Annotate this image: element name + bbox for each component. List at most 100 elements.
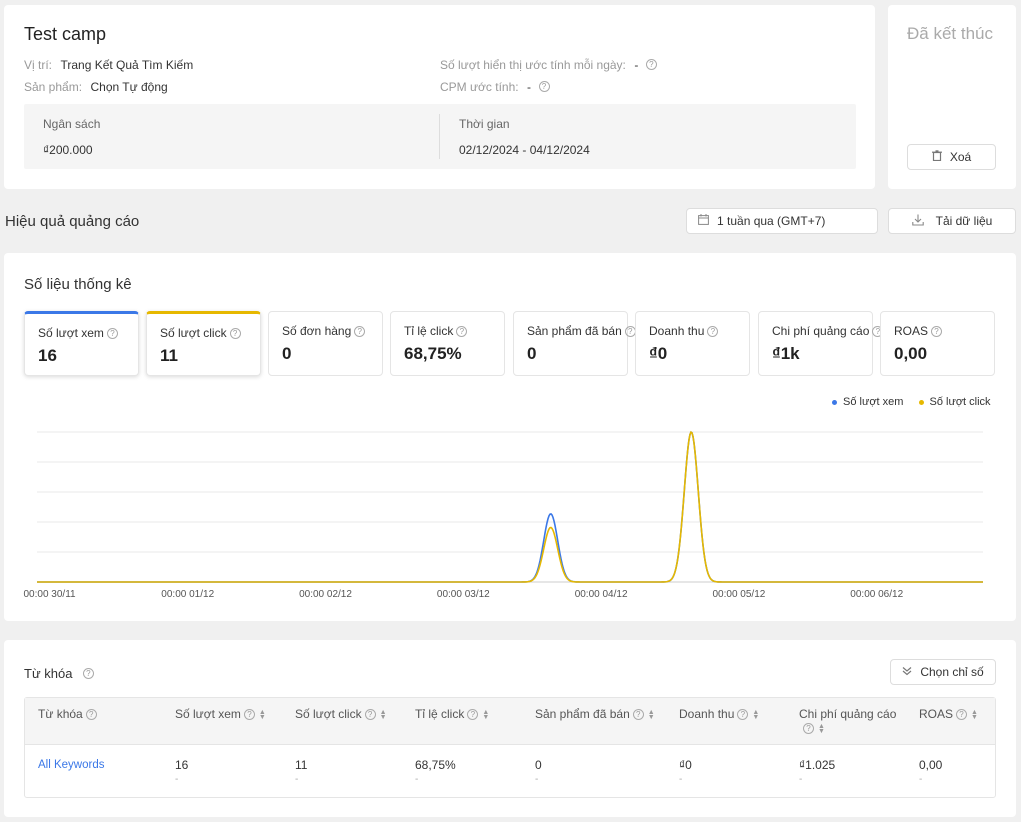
- help-icon[interactable]: ?: [85, 709, 97, 721]
- cpm-value: -: [527, 80, 532, 94]
- column-header-sold[interactable]: Sản phẩm đã bán? ▲ ▼: [535, 707, 655, 721]
- help-icon[interactable]: ?: [243, 709, 255, 721]
- help-icon[interactable]: ?: [632, 709, 644, 721]
- date-range-label: 1 tuần qua (GMT+7): [717, 214, 826, 228]
- cell-ctr: 68,75%: [415, 758, 456, 772]
- cell-revenue: ₫0: [679, 758, 692, 772]
- help-icon[interactable]: ?: [106, 328, 118, 340]
- help-icon[interactable]: ?: [467, 709, 479, 721]
- metric-card-revenue[interactable]: Doanh thu? ₫0: [635, 311, 750, 376]
- sort-icon[interactable]: ▲ ▼: [482, 709, 489, 721]
- x-tick-label: 00:00 06/12: [850, 589, 903, 600]
- status-card: Đã kết thúc Xoá: [888, 5, 1016, 189]
- sort-icon[interactable]: ▲ ▼: [380, 709, 387, 721]
- panel-divider: [439, 114, 440, 159]
- metric-card-clicks[interactable]: Số lượt click? 11: [146, 311, 261, 376]
- legend-label: Số lượt xem: [843, 396, 904, 408]
- choose-metrics-button[interactable]: Chọn chỉ số: [890, 659, 996, 685]
- cell-cost: ₫1.025: [799, 758, 836, 772]
- column-header-cost[interactable]: Chi phí quảng cáo? ▲ ▼: [799, 707, 899, 735]
- cell-roas: 0,00: [919, 758, 943, 772]
- metric-value: 16: [38, 346, 57, 365]
- cell-views: 16: [175, 758, 189, 772]
- metric-card-views[interactable]: Số lượt xem? 16: [24, 311, 139, 376]
- est-impressions-value: -: [634, 58, 639, 72]
- position-label: Vị trí:: [24, 58, 53, 72]
- cell-revenue-sub: -: [679, 774, 683, 785]
- column-header-ctr[interactable]: Tỉ lệ click? ▲ ▼: [415, 707, 489, 721]
- column-header-roas[interactable]: ROAS? ▲ ▼: [919, 707, 978, 721]
- metric-card-orders[interactable]: Số đơn hàng? 0: [268, 311, 383, 376]
- column-header-revenue[interactable]: Doanh thu? ▲ ▼: [679, 707, 759, 721]
- metric-card-sold[interactable]: Sản phẩm đã bán? 0: [513, 311, 636, 376]
- help-icon[interactable]: ?: [456, 326, 468, 338]
- column-header-keyword[interactable]: Từ khóa?: [38, 707, 97, 721]
- help-icon[interactable]: ?: [354, 326, 366, 338]
- cell-cost-sub: -: [799, 774, 803, 785]
- column-header-clicks[interactable]: Số lượt click? ▲ ▼: [295, 707, 387, 721]
- metric-value: ₫1k: [772, 344, 800, 363]
- metric-value: 0: [527, 344, 537, 363]
- budget-time-panel: Ngân sách ₫200.000 Thời gian 02/12/2024 …: [24, 104, 856, 169]
- budget-label: Ngân sách: [43, 117, 101, 131]
- help-icon[interactable]: ?: [803, 723, 814, 735]
- metric-label: Doanh thu: [649, 324, 705, 338]
- campaign-name: Test camp: [24, 24, 107, 44]
- sort-icon[interactable]: ▲ ▼: [259, 709, 266, 721]
- download-label: Tải dữ liệu: [935, 214, 993, 228]
- keywords-title: Từ khóa: [24, 666, 73, 681]
- metric-value: 0: [282, 344, 292, 363]
- metric-label: Chi phí quảng cáo: [772, 324, 870, 338]
- cell-ctr-sub: -: [415, 774, 419, 785]
- sort-icon[interactable]: ▲ ▼: [752, 709, 759, 721]
- est-impressions-label: Số lượt hiển thị ước tính mỗi ngày:: [440, 58, 626, 72]
- product-label: Sản phẩm:: [24, 80, 83, 94]
- cell-views-sub: -: [175, 774, 179, 785]
- help-icon[interactable]: ?: [707, 326, 719, 338]
- metric-card-cost[interactable]: Chi phí quảng cáo? ₫1k: [758, 311, 884, 376]
- calendar-icon: [698, 214, 709, 228]
- legend-item-clicks[interactable]: Số lượt click: [918, 396, 991, 408]
- stats-title: Số liệu thống kê: [24, 276, 132, 293]
- date-range-picker[interactable]: 1 tuần qua (GMT+7): [686, 208, 878, 234]
- help-icon[interactable]: ?: [931, 326, 943, 338]
- download-button[interactable]: Tải dữ liệu: [888, 208, 1016, 234]
- metric-value: 0,00: [894, 344, 928, 363]
- column-header-views[interactable]: Số lượt xem? ▲ ▼: [175, 707, 266, 721]
- cell-roas-sub: -: [919, 774, 923, 785]
- metric-card-ctr[interactable]: Tỉ lệ click? 68,75%: [390, 311, 505, 376]
- legend-item-views[interactable]: Số lượt xem: [832, 396, 903, 408]
- help-icon[interactable]: ?: [538, 81, 550, 93]
- cell-sold-sub: -: [535, 774, 539, 785]
- status-text: Đã kết thúc: [907, 24, 993, 43]
- x-tick-label: 00:00 04/12: [575, 589, 628, 600]
- sort-icon[interactable]: ▲ ▼: [648, 709, 655, 721]
- x-tick-label: 00:00 01/12: [161, 589, 214, 600]
- performance-title: Hiệu quả quảng cáo: [5, 213, 140, 230]
- sort-icon[interactable]: ▲ ▼: [818, 723, 825, 735]
- x-tick-label: 00:00 05/12: [713, 589, 766, 600]
- metric-card-roas[interactable]: ROAS? 0,00: [880, 311, 995, 376]
- x-tick-label: 00:00 02/12: [299, 589, 352, 600]
- help-icon[interactable]: ?: [364, 709, 376, 721]
- help-icon[interactable]: ?: [645, 59, 657, 71]
- series-line-clicks: [37, 430, 983, 583]
- keyword-link[interactable]: All Keywords: [38, 759, 104, 771]
- product-row: Sản phẩm: Chọn Tự động: [24, 78, 168, 96]
- download-icon: [911, 214, 924, 229]
- chart-legend: Số lượt xem Số lượt click: [832, 396, 991, 408]
- help-icon[interactable]: ?: [82, 668, 94, 680]
- cell-sold: 0: [535, 758, 542, 772]
- help-icon[interactable]: ?: [737, 709, 749, 721]
- delete-button[interactable]: Xoá: [907, 144, 996, 170]
- series-line-views: [37, 430, 983, 583]
- cpm-row: CPM ước tính: - ?: [440, 78, 550, 96]
- trash-icon: [931, 150, 942, 164]
- metric-label: Số đơn hàng: [282, 324, 352, 338]
- stats-chart: 00:00 30/11 00:00 01/12 00:00 02/12 00:00 0…: [24, 430, 983, 600]
- help-icon[interactable]: ?: [956, 709, 968, 721]
- double-chevron-down-icon: [902, 665, 912, 679]
- help-icon[interactable]: ?: [229, 328, 241, 340]
- cpm-label: CPM ước tính:: [440, 80, 519, 94]
- sort-icon[interactable]: ▲ ▼: [971, 709, 978, 721]
